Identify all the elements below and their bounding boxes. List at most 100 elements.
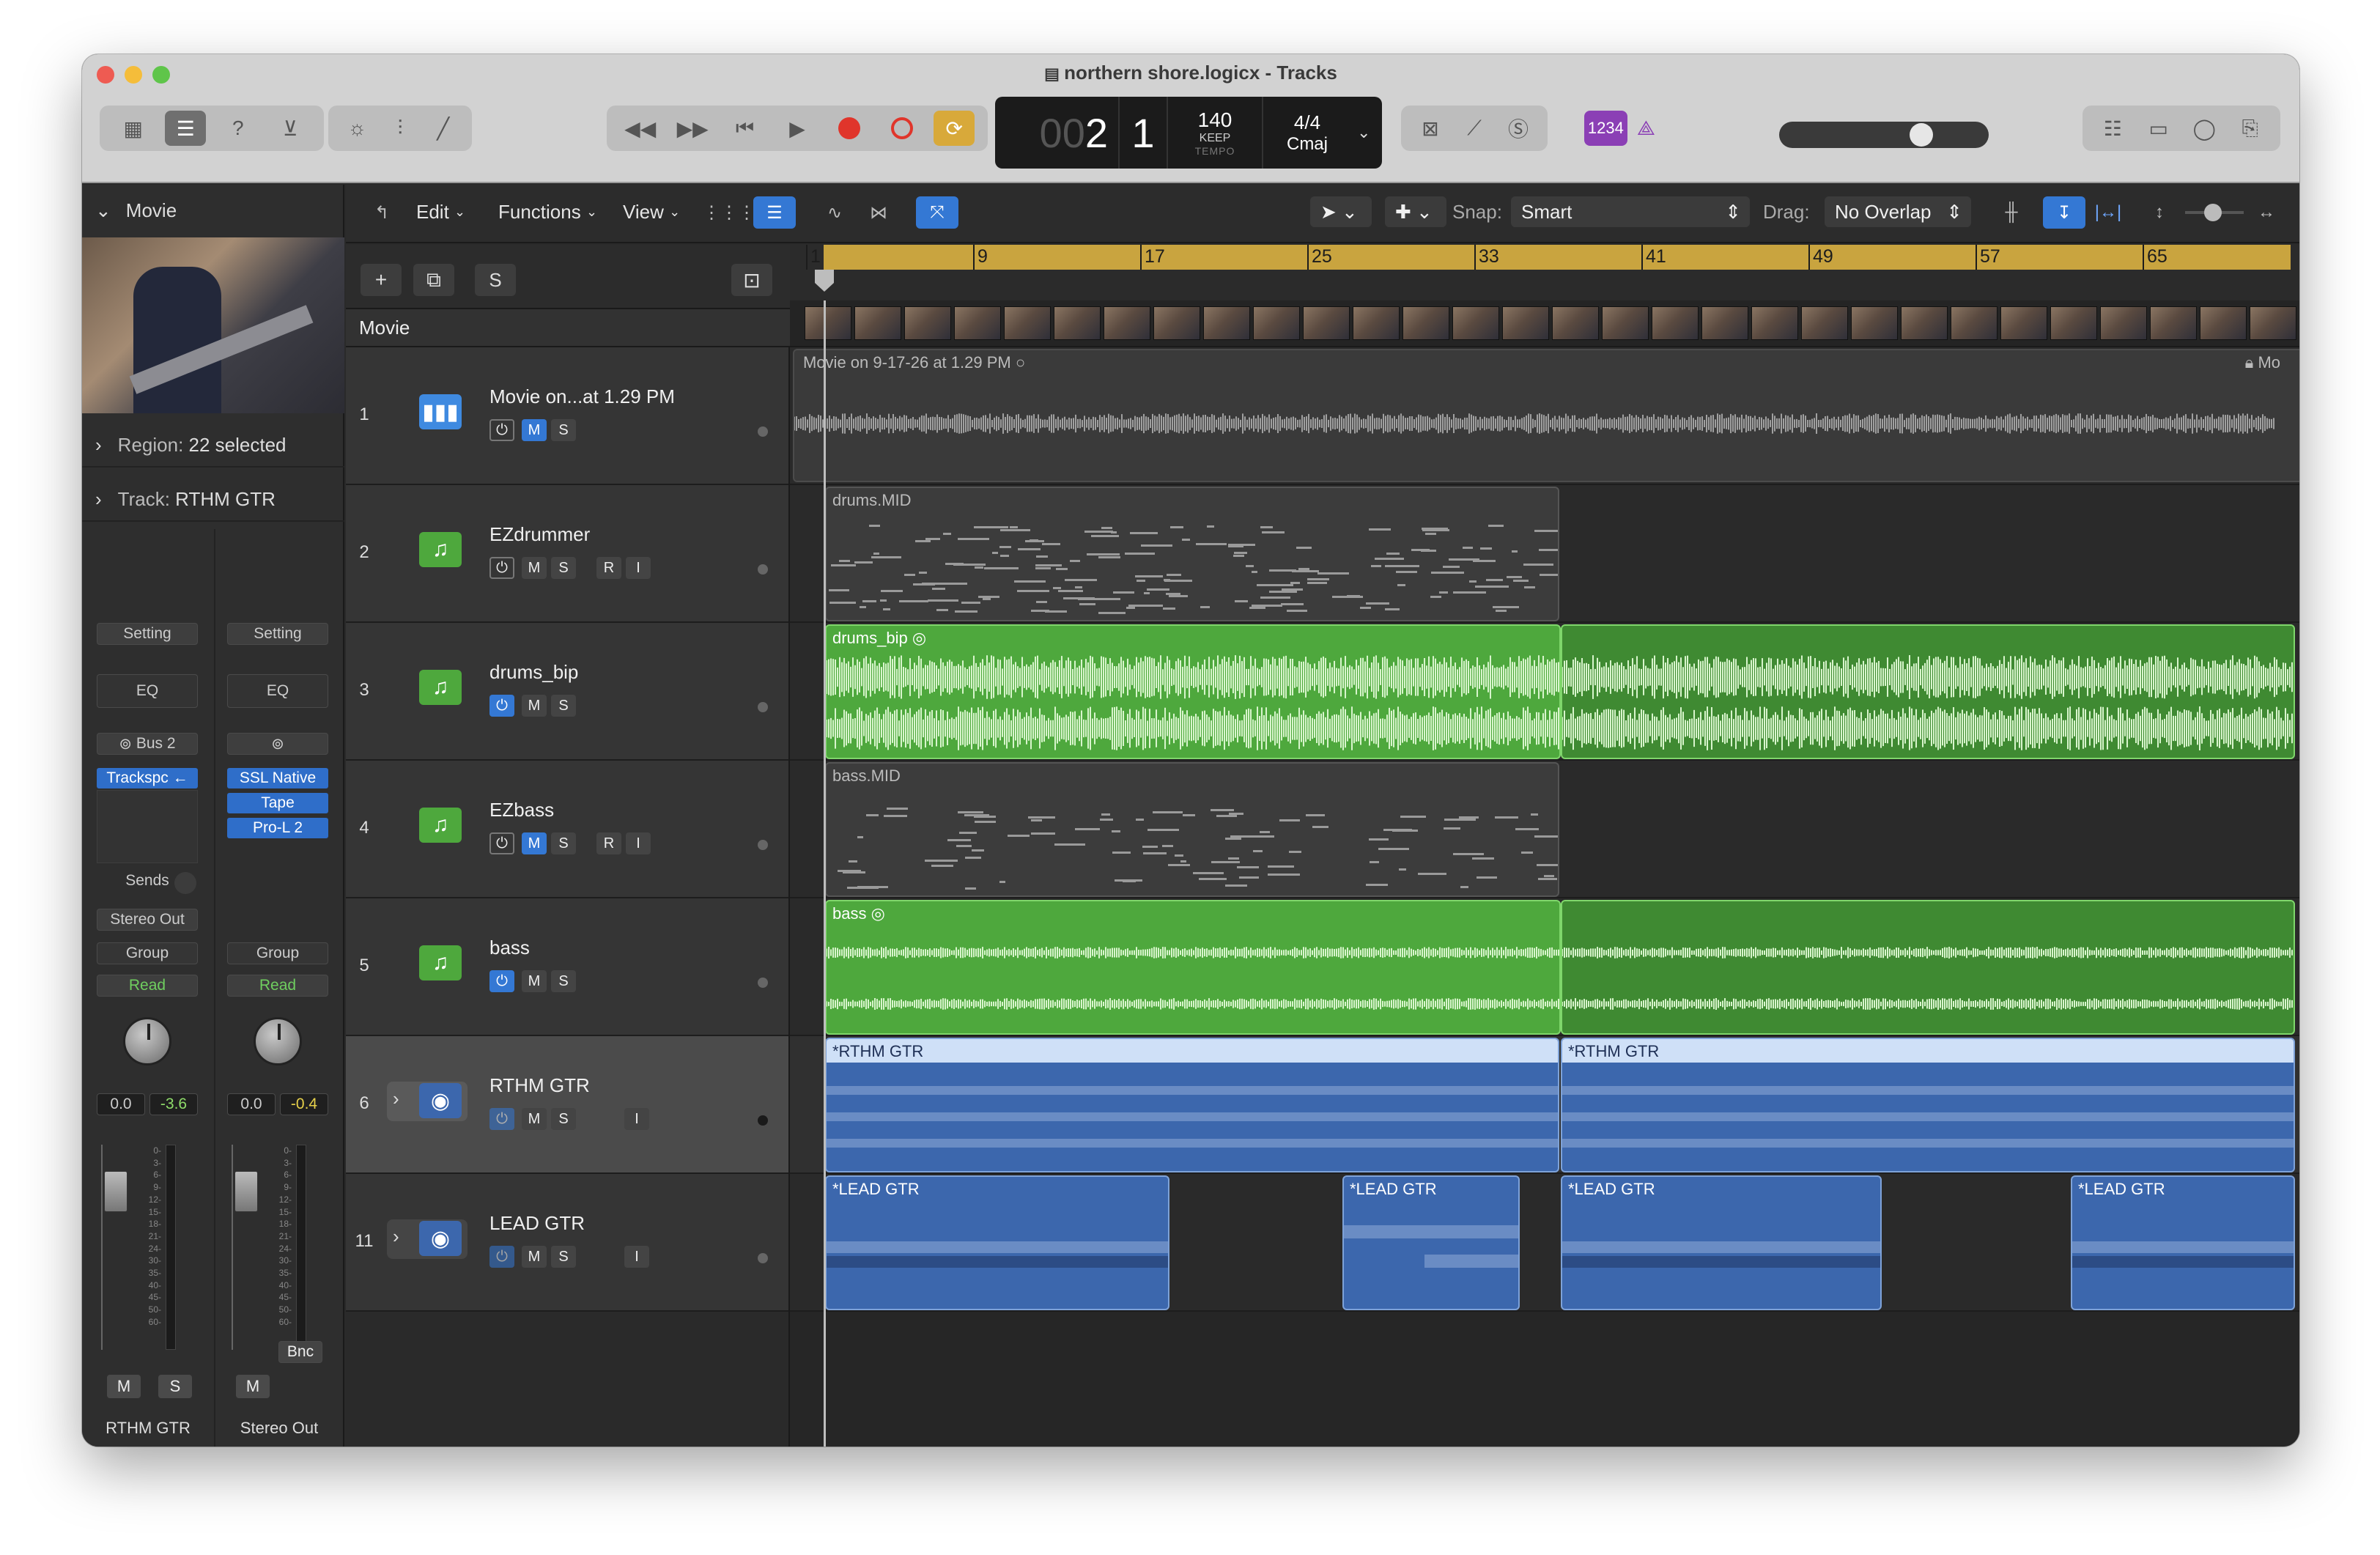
rewind-icon[interactable]: ◀◀ [620,111,661,146]
flex-icon[interactable]: ⋈ [857,196,900,229]
track-row-2[interactable]: 2 ♫ EZdrummer ⏻ M S R I [346,485,788,623]
drums-bip-region-2[interactable] [1561,624,2295,759]
list-view-icon[interactable]: ☰ [753,196,796,229]
rthm-gtr-region-1[interactable]: *RTHM GTR [825,1038,1559,1172]
record-enable-dot[interactable] [758,702,768,712]
waveform-zoom-icon[interactable]: ╫ [1990,196,2033,229]
strip2-plugin-3[interactable]: Pro-L 2 [227,818,328,838]
browser-icon[interactable]: ⎘ [2230,111,2271,146]
cycle-area[interactable] [824,245,2291,270]
playhead-line[interactable] [824,300,826,1447]
strip2-volume-readout[interactable]: 0.0 [227,1093,276,1115]
functions-menu[interactable]: Functions ⌄ [498,195,597,229]
horizontal-zoom-icon[interactable]: ↔ [2245,196,2288,229]
strip1-plugin-trackspacer[interactable]: Trackspc ← [97,768,198,788]
movie-thumbnail[interactable] [82,237,344,413]
power-icon[interactable]: ⏻ [489,970,514,992]
bass-region-2[interactable] [1561,900,2295,1035]
vertical-zoom-thumb[interactable] [2204,204,2222,221]
movie-track-thumbnails[interactable] [790,300,2299,347]
drums-midi-region[interactable]: drums.MID [825,487,1559,621]
strip1-setting-button[interactable]: Setting [97,623,198,645]
snap-menu[interactable]: Smart ⇕ [1511,196,1750,227]
strip1-volume-fader[interactable] [104,1171,128,1212]
play-icon[interactable]: ▶ [777,111,818,146]
drums-bip-region-1[interactable]: drums_bip ◎ [825,624,1561,759]
secondary-tool-menu[interactable]: ✚ ⌄ [1385,196,1446,227]
quick-help-icon[interactable]: ? [218,111,259,146]
power-icon[interactable]: ⏻ [489,1108,514,1130]
mute-button[interactable]: M [522,419,547,441]
record-enable-dot[interactable] [758,1253,768,1263]
strip1-send-bus2[interactable]: ⊚ Bus 2 [97,733,198,755]
mute-button[interactable]: M [522,695,547,717]
notepad-icon[interactable]: ▭ [2138,111,2179,146]
arrange-area[interactable]: Movie on 9-17-26 at 1.29 PM ○ 🔒︎ Mo drum… [790,347,2299,1447]
strip2-bounce-button[interactable]: Bnc [278,1341,322,1363]
track-name[interactable]: LEAD GTR [489,1212,585,1235]
capture-record-icon[interactable] [882,111,923,146]
strip1-volume-readout[interactable]: 0.0 [97,1093,145,1115]
movie-header[interactable]: ⌄ Movie [82,185,344,236]
power-icon[interactable]: ⏻ [489,1246,514,1268]
track-row-6[interactable]: 6 › ◉ RTHM GTR ⏻ M S I [346,1036,788,1174]
mute-button[interactable]: M [522,1246,547,1268]
low-latency-icon[interactable]: ⊠ [1410,111,1451,146]
strip2-eq-button[interactable]: EQ [227,674,328,708]
horizontal-autozoom-icon[interactable]: |↔| [2087,196,2129,229]
duplicate-track-icon[interactable]: ⧉ [413,264,454,296]
input-monitor-button[interactable]: I [626,832,651,854]
record-button[interactable]: R [596,832,621,854]
bar-ruler[interactable]: 191725334149576573 [790,245,2299,300]
record-icon[interactable] [829,111,870,146]
strip1-group-button[interactable]: Group [97,942,198,964]
smart-controls-icon[interactable]: ☼ [336,111,377,146]
inspector-icon[interactable]: ☰ [165,111,207,146]
power-icon[interactable]: ⏻ [489,832,514,854]
back-arrow-icon[interactable]: ↰ [361,196,403,229]
solo-button[interactable]: S [551,970,576,992]
lead-gtr-region-4[interactable]: *LEAD GTR [2071,1175,2295,1310]
strip2-mute-button[interactable]: M [236,1375,270,1398]
mute-button[interactable]: M [522,970,547,992]
solo-button[interactable]: S [551,1108,576,1130]
global-tracks-icon[interactable]: ⊡ [731,264,772,296]
loop-browser-icon[interactable]: ◯ [2184,111,2225,146]
strip2-plugin-2[interactable]: Tape [227,793,328,813]
track-name[interactable]: drums_bip [489,661,578,684]
strip2-plugin-1[interactable]: SSL Native [227,768,328,788]
editors-icon[interactable]: ╱ [423,111,464,146]
count-in-button[interactable]: 1234 [1584,111,1627,146]
vertical-autozoom-icon[interactable]: ↧ [2043,196,2085,229]
pointer-tool-menu[interactable]: ➤ ⌄ [1310,196,1372,227]
global-solo-button[interactable]: S [475,264,516,296]
library-icon[interactable]: ▦ [113,111,154,146]
solo-mode-icon[interactable]: Ⓢ [1498,111,1539,146]
bass-region-1[interactable]: bass ◎ [825,900,1561,1035]
solo-button[interactable]: S [551,695,576,717]
mute-button[interactable]: M [522,832,547,854]
track-row-5[interactable]: 5 ♫ bass ⏻ M S [346,898,788,1036]
toolbar-icon[interactable]: ⊻ [270,111,311,146]
strip1-eq-button[interactable]: EQ [97,674,198,708]
track-name[interactable]: EZbass [489,799,554,821]
strip1-sends-knob[interactable] [174,872,196,894]
lead-gtr-region-1[interactable]: *LEAD GTR [825,1175,1169,1310]
vertical-zoom-slider[interactable] [2185,204,2244,221]
track-row-1[interactable]: 1 ▮▮▮ Movie on...at 1.29 PM ⏻ M S [346,347,788,485]
solo-button[interactable]: S [551,557,576,579]
disclosure-chevron-icon[interactable]: › [393,1087,399,1110]
lcd-display[interactable]: 002 1 140 KEEP TEMPO 4/4 Cmaj ⌄ [995,97,1382,169]
lead-gtr-region-3[interactable]: *LEAD GTR [1561,1175,1882,1310]
automation-icon[interactable]: ∿ [813,196,856,229]
lead-gtr-region-2[interactable]: *LEAD GTR [1342,1175,1520,1310]
cycle-icon[interactable]: ⟳ [934,111,975,146]
record-enable-dot[interactable] [758,978,768,988]
record-enable-dot[interactable] [758,840,768,850]
record-enable-dot[interactable] [758,1115,768,1126]
track-row-4[interactable]: 4 ♫ EZbass ⏻ M S R I [346,761,788,898]
catch-icon[interactable]: ⤧ [916,196,958,229]
strip2-link-button[interactable]: ⊚ [227,733,328,755]
track-name[interactable]: RTHM GTR [489,1074,590,1097]
power-icon[interactable]: ⏻ [489,419,514,441]
